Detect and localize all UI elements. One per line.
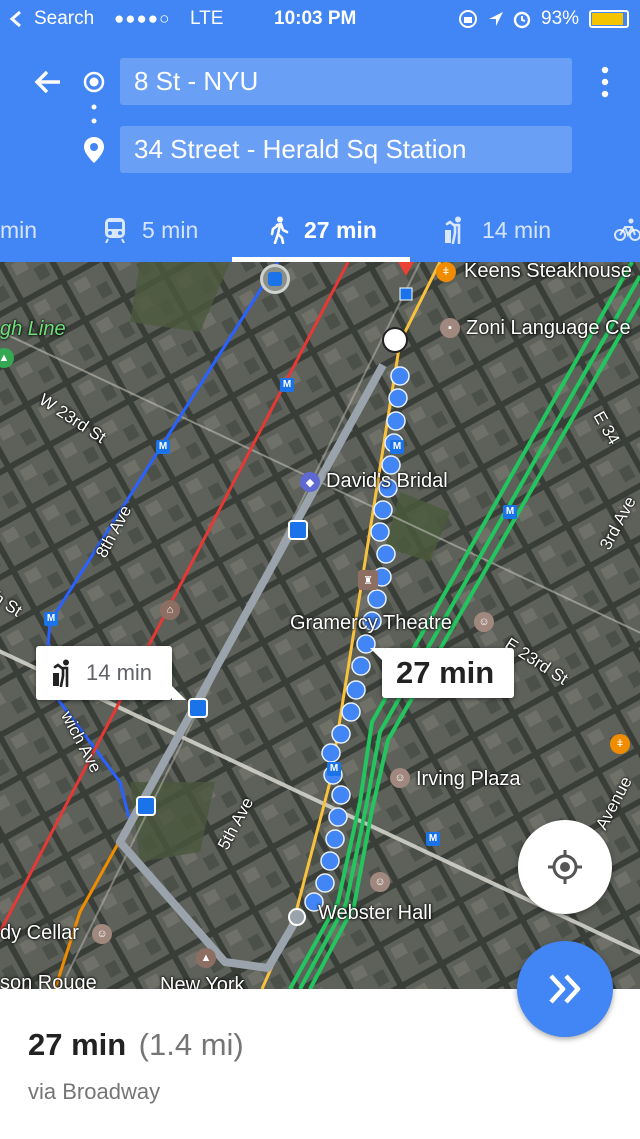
bus-stop-icon[interactable]: [288, 520, 308, 540]
callout-pointer: [370, 648, 384, 662]
restaurant-icon[interactable]: ǂ: [436, 262, 456, 282]
bus-stop-icon[interactable]: [136, 796, 156, 816]
subway-station-marker[interactable]: M: [280, 378, 294, 392]
ride-share-icon: [53, 659, 69, 687]
tab-driving[interactable]: min: [0, 198, 37, 262]
tab-walking-label: 27 min: [304, 216, 377, 243]
transit-icon: [105, 218, 125, 243]
alarm-icon: [513, 11, 531, 29]
maps-app: Search ●●●●○ LTE 10:03 PM 93% 8 St - NYU…: [0, 0, 640, 1139]
start-navigation-button[interactable]: [517, 941, 613, 1037]
walking-duration-callout[interactable]: 27 min: [382, 648, 514, 698]
tab-walking[interactable]: 27 min: [268, 198, 377, 262]
poi-davids-bridal[interactable]: David's Bridal: [326, 470, 448, 493]
origin-input[interactable]: 8 St - NYU: [120, 58, 572, 105]
theater-icon[interactable]: ☺: [474, 612, 494, 632]
tab-transit[interactable]: 5 min: [104, 198, 198, 262]
callout-pointer: [172, 686, 186, 700]
poi-comedy-cellar[interactable]: dy Cellar: [0, 922, 79, 945]
museum-icon[interactable]: ⌂: [160, 600, 180, 620]
theater-icon[interactable]: ☺: [390, 768, 410, 788]
tab-driving-label: min: [0, 216, 38, 243]
more-options-icon[interactable]: [596, 66, 614, 98]
route-duration: 27 min: [28, 1027, 127, 1062]
destination-pin-icon: [84, 137, 104, 163]
theater-icon[interactable]: ☺: [370, 872, 390, 892]
university-icon[interactable]: ▲: [196, 948, 216, 968]
landmark-icon[interactable]: ♜: [358, 570, 378, 590]
clock: 10:03 PM: [274, 8, 357, 29]
poi-gramercy-theatre[interactable]: Gramercy Theatre: [290, 612, 452, 635]
route-dots-icon: [91, 104, 97, 124]
subway-station-marker[interactable]: M: [390, 440, 404, 454]
poi-le-poisson-rouge[interactable]: son Rouge: [0, 972, 97, 989]
signal-strength: ●●●●○: [114, 9, 171, 28]
my-location-icon: [548, 850, 582, 884]
battery-icon: [589, 10, 629, 28]
poi-irving-plaza[interactable]: Irving Plaza: [416, 768, 521, 791]
school-icon[interactable]: ▪: [440, 318, 460, 338]
tab-transit-label: 5 min: [142, 216, 199, 243]
route-distance: (1.4 mi): [138, 1027, 244, 1062]
bike-icon: [614, 218, 640, 241]
rotation-lock-icon: [459, 10, 477, 28]
walk-icon: [270, 216, 289, 244]
destination-input[interactable]: 34 Street - Herald Sq Station: [120, 126, 572, 173]
tab-cycling[interactable]: [614, 198, 640, 262]
poi-zoni[interactable]: Zoni Language Ce: [466, 317, 631, 340]
destination-point: [382, 327, 408, 353]
origin-marker-icon: [83, 71, 105, 93]
rideshare-duration-callout[interactable]: 14 min: [36, 646, 172, 700]
travel-mode-tabs: min 5 min 27 min 14 min: [0, 198, 640, 262]
double-chevron-icon: [549, 974, 581, 1004]
poi-keens[interactable]: Keens Steakhouse: [464, 262, 632, 283]
theater-icon[interactable]: ☺: [92, 924, 112, 944]
ride-share-icon: [445, 216, 461, 244]
location-arrow-icon: [489, 12, 503, 26]
poi-webster-hall[interactable]: Webster Hall: [318, 902, 432, 925]
status-bar: Search ●●●●○ LTE 10:03 PM 93%: [0, 0, 640, 38]
tab-rideshare-label: 14 min: [482, 216, 552, 243]
my-location-button[interactable]: [518, 820, 612, 914]
subway-station-marker[interactable]: M: [503, 505, 517, 519]
poi-high-line[interactable]: gh Line: [0, 318, 66, 341]
directions-header: Search ●●●●○ LTE 10:03 PM 93% 8 St - NYU…: [0, 0, 640, 262]
map-view[interactable]: M M M M M M M ǂ Keens Steakhouse gh Line…: [0, 262, 640, 989]
subway-station-marker[interactable]: M: [156, 440, 170, 454]
restaurant-icon[interactable]: ǂ: [610, 734, 630, 754]
subway-station-marker[interactable]: M: [44, 612, 58, 626]
battery-percent: 93%: [541, 8, 580, 29]
rail-station-icon[interactable]: [260, 264, 290, 294]
rideshare-duration-label: 14 min: [86, 660, 153, 685]
shopping-icon[interactable]: ◆: [300, 472, 320, 492]
tab-rideshare[interactable]: 14 min: [442, 198, 551, 262]
back-arrow-icon[interactable]: [32, 66, 64, 98]
back-app-label[interactable]: Search: [34, 8, 94, 30]
poi-new-york-university[interactable]: New York: [160, 974, 245, 989]
subway-station-marker[interactable]: M: [426, 832, 440, 846]
start-point: [288, 908, 306, 926]
route-via: via Broadway: [28, 1079, 161, 1104]
subway-station-marker[interactable]: M: [327, 762, 341, 776]
network-type: LTE: [190, 8, 224, 29]
back-to-app-icon[interactable]: [9, 10, 23, 28]
bus-stop-icon[interactable]: [188, 698, 208, 718]
